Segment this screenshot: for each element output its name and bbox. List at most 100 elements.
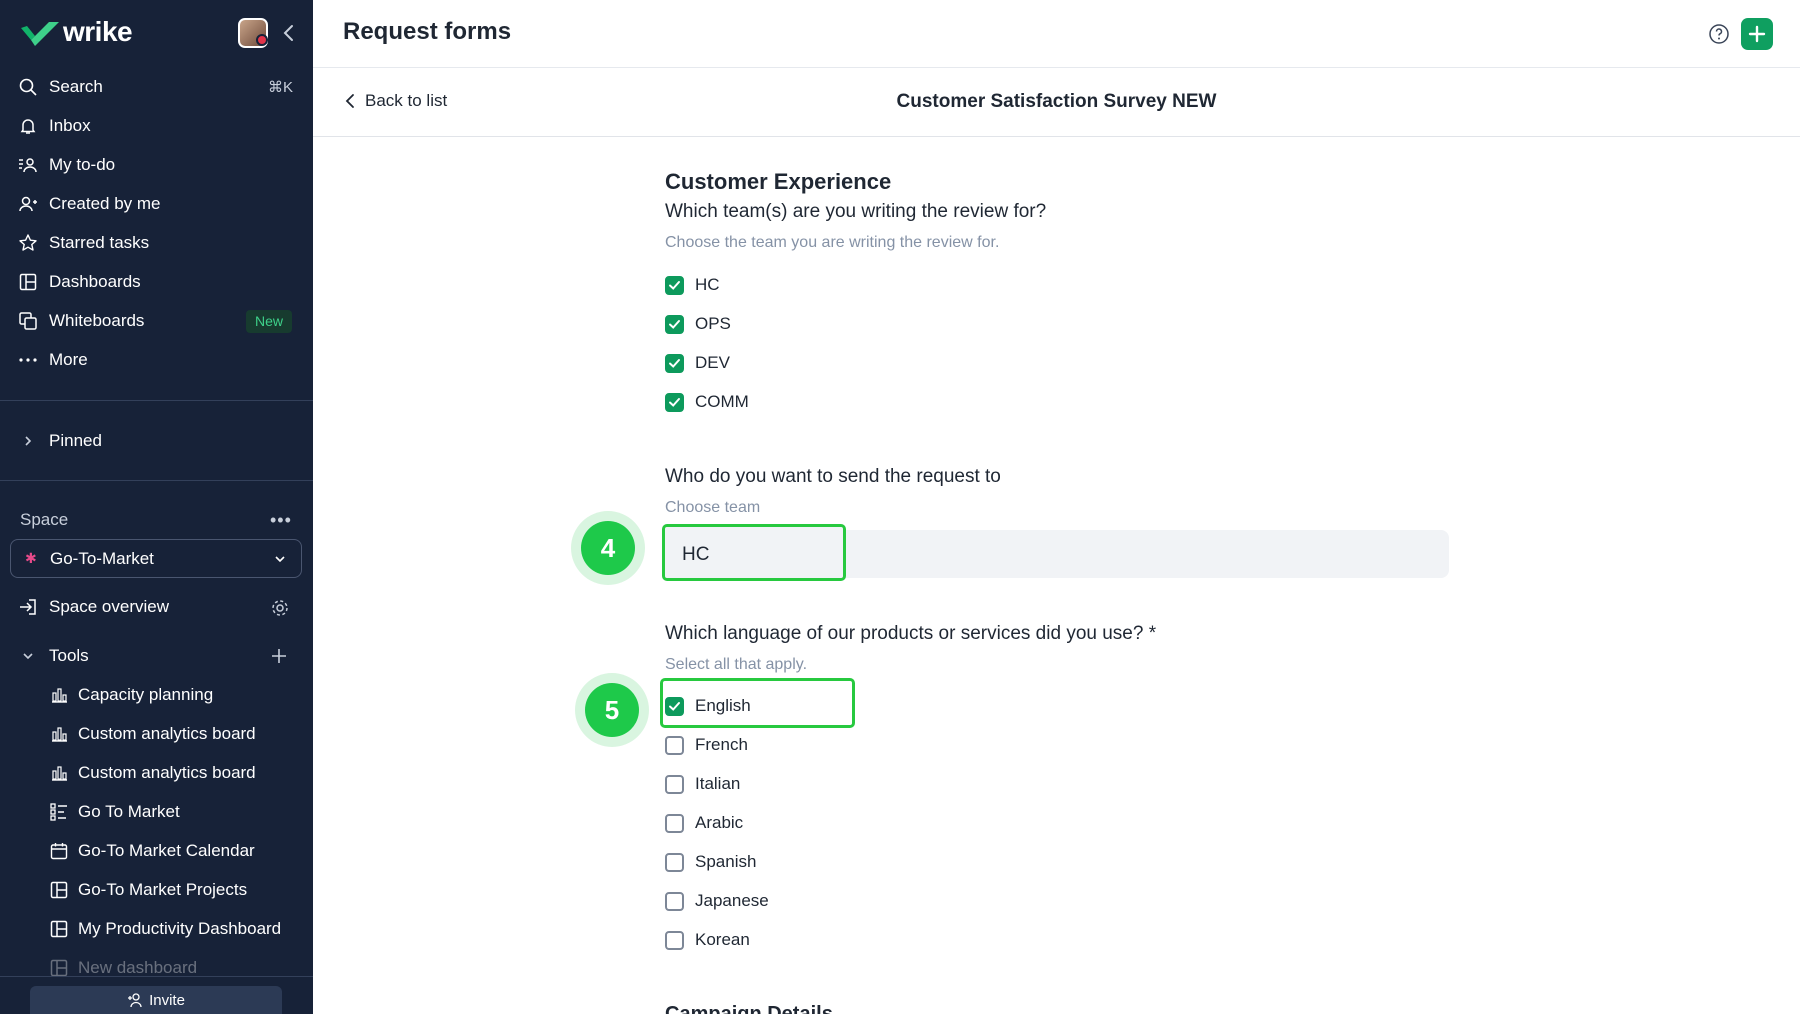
tool-item-capacity-planning[interactable]: Capacity planning [0, 677, 313, 713]
top-bar: Request forms [313, 0, 1800, 68]
checkbox-label: OPS [695, 314, 731, 333]
tool-item-label: Custom analytics board [78, 724, 256, 743]
checkbox-unchecked[interactable] [665, 735, 684, 755]
back-to-list-link[interactable]: Back to list [343, 91, 447, 111]
checkbox-unchecked[interactable] [665, 774, 684, 794]
step-marker-4: 4 [581, 521, 635, 575]
checkbox-option-hc[interactable]: HC [665, 273, 720, 297]
tool-item-go-to-market-projects[interactable]: Go-To Market Projects [0, 872, 313, 908]
team-select-value[interactable]: HC [662, 524, 846, 581]
checkbox-label: French [695, 735, 748, 754]
calendar-icon [50, 843, 68, 860]
checkbox-label: Japanese [695, 891, 769, 910]
tool-item-label: Capacity planning [78, 685, 214, 704]
tool-item-label: New dashboard [78, 958, 198, 977]
sidebar-item-label: Starred tasks [49, 233, 150, 252]
sidebar-divider [0, 480, 313, 481]
bell-icon [20, 119, 36, 134]
sidebar: wrike Search ⌘K Inbox My to-do Created b… [0, 0, 313, 1014]
sidebar-item-label: More [49, 350, 88, 369]
checkbox-unchecked[interactable] [665, 930, 684, 950]
gear-icon[interactable] [270, 598, 290, 618]
tool-item-custom-analytics-board[interactable]: Custom analytics board [0, 755, 313, 791]
step-marker-5: 5 [585, 683, 639, 737]
todo-icon [19, 158, 37, 173]
checkbox-checked[interactable] [665, 314, 684, 334]
tool-item-label: Go-To Market Calendar [78, 841, 255, 860]
checkbox-option-arabic[interactable]: Arabic [665, 811, 743, 835]
sidebar-item-tools[interactable]: Tools [0, 638, 313, 674]
avatar-status-dot [256, 34, 268, 46]
checkbox-label: English [695, 696, 751, 715]
search-shortcut: ⌘K [267, 79, 293, 96]
checkbox-option-french[interactable]: French [665, 733, 748, 757]
checkbox-option-english[interactable]: English [665, 694, 751, 718]
dashboard-icon [19, 273, 37, 291]
space-options-icon[interactable]: ••• [270, 510, 292, 531]
checkbox-option-spanish[interactable]: Spanish [665, 850, 756, 874]
plus-icon [1748, 25, 1766, 43]
checkbox-unchecked[interactable] [665, 813, 684, 833]
sidebar-item-label: Whiteboards [49, 311, 145, 330]
sidebar-item-more[interactable]: More [0, 342, 313, 378]
checkbox-option-italian[interactable]: Italian [665, 772, 740, 796]
tool-item-label: Custom analytics board [78, 763, 256, 782]
checkbox-checked[interactable] [665, 275, 684, 295]
question-language-hint: Select all that apply. [665, 656, 808, 673]
invite-button[interactable]: Invite [30, 986, 282, 1014]
add-button[interactable] [1741, 18, 1773, 50]
wrike-check-icon [21, 22, 59, 46]
tool-item-label: My Productivity Dashboard [78, 919, 282, 938]
section-title: Customer Experience [665, 169, 892, 194]
help-button[interactable] [1703, 18, 1735, 50]
add-tool-icon[interactable] [270, 647, 288, 665]
sidebar-item-search[interactable]: Search ⌘K [0, 69, 313, 105]
next-section-title: Campaign Details [665, 1003, 833, 1014]
checkbox-checked[interactable] [665, 392, 684, 412]
checkbox-checked[interactable] [665, 353, 684, 373]
page-title: Request forms [343, 18, 512, 45]
space-selector[interactable]: ✱ Go-To-Market [10, 539, 302, 578]
sidebar-item-created-by-me[interactable]: Created by me [0, 186, 313, 222]
sidebar-item-label: Space overview [49, 597, 170, 616]
checkbox-option-dev[interactable]: DEV [665, 351, 730, 375]
sidebar-item-whiteboards[interactable]: Whiteboards New [0, 303, 313, 339]
star-icon [19, 234, 37, 251]
question-teams-hint: Choose the team you are writing the revi… [665, 234, 1000, 251]
checkbox-label: Arabic [695, 813, 744, 832]
checkbox-label: Italian [695, 774, 741, 793]
form-title: Customer Satisfaction Survey NEW [896, 91, 1217, 112]
sidebar-item-inbox[interactable]: Inbox [0, 108, 313, 144]
chevron-down-icon [275, 556, 285, 563]
collapse-sidebar-icon[interactable] [280, 22, 298, 44]
sidebar-divider [0, 400, 313, 401]
tool-item-go-to-market-calendar[interactable]: Go-To Market Calendar [0, 833, 313, 869]
checkbox-option-japanese[interactable]: Japanese [665, 889, 769, 913]
help-icon [1709, 24, 1729, 44]
checkbox-unchecked[interactable] [665, 852, 684, 872]
sidebar-item-dashboards[interactable]: Dashboards [0, 264, 313, 300]
sidebar-item-space-overview[interactable]: Space overview [0, 589, 313, 625]
space-selected-label: Go-To-Market [50, 549, 154, 568]
more-icon [19, 358, 37, 362]
chevron-right-icon [25, 436, 32, 446]
checkbox-option-comm[interactable]: COMM [665, 390, 749, 414]
checkbox-option-ops[interactable]: OPS [665, 312, 731, 336]
sidebar-item-pinned[interactable]: Pinned [0, 423, 313, 459]
sidebar-item-my-todo[interactable]: My to-do [0, 147, 313, 183]
checkbox-label: DEV [695, 353, 730, 372]
checkbox-label: COMM [695, 392, 749, 411]
sidebar-item-starred-tasks[interactable]: Starred tasks [0, 225, 313, 261]
checkbox-unchecked[interactable] [665, 891, 684, 911]
space-label: Space [20, 510, 69, 529]
checkbox-option-korean[interactable]: Korean [665, 928, 750, 952]
wrike-logo[interactable]: wrike [19, 16, 133, 47]
tool-item-my-productivity-dashboard[interactable]: My Productivity Dashboard [0, 911, 313, 947]
tool-item-custom-analytics-board[interactable]: Custom analytics board [0, 716, 313, 752]
invite-label: Invite [149, 991, 185, 1009]
tool-item-go-to-market[interactable]: Go To Market [0, 794, 313, 830]
sidebar-item-label: Created by me [49, 194, 161, 213]
space-overview-icon [20, 599, 36, 615]
checkbox-checked[interactable] [665, 696, 684, 716]
search-icon [19, 78, 37, 96]
